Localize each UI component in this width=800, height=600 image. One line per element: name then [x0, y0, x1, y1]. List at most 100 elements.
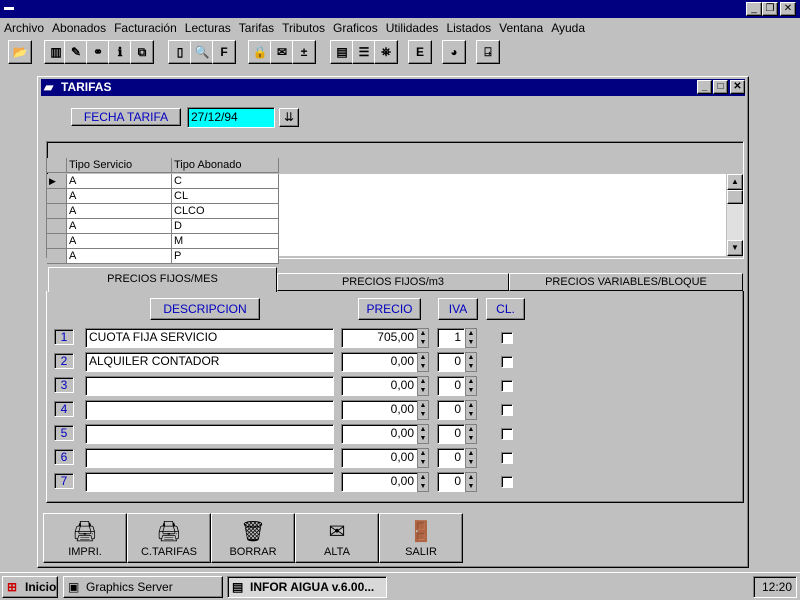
- menu-tributos[interactable]: Tributos: [278, 19, 329, 37]
- descripcion-input[interactable]: [85, 472, 334, 492]
- menu-ventana[interactable]: Ventana: [495, 19, 547, 37]
- date-dropdown-icon[interactable]: ⇊: [279, 108, 299, 127]
- toolbar-connections-button[interactable]: ⚭: [86, 40, 110, 64]
- toolbar-add-subtract-button[interactable]: ±: [292, 40, 316, 64]
- grid-cell[interactable]: M: [172, 234, 279, 249]
- menu-abonados[interactable]: Abonados: [48, 19, 110, 37]
- close-button[interactable]: ✕: [780, 2, 796, 16]
- grid-cell[interactable]: A: [67, 204, 172, 219]
- window-close-button[interactable]: ✕: [730, 80, 745, 94]
- precio-spinner[interactable]: ▲ ▼: [417, 424, 429, 444]
- toolbar-open-folder-button[interactable]: 📂: [8, 40, 32, 64]
- row-indicator[interactable]: [47, 189, 67, 204]
- task-infor-aigua[interactable]: ▤ INFOR AIGUA v.6.00...: [227, 576, 387, 598]
- scroll-up-button[interactable]: ▲: [727, 174, 743, 190]
- grid-cell[interactable]: CLCO: [172, 204, 279, 219]
- iva-input[interactable]: 0: [437, 376, 465, 396]
- grid-cell[interactable]: A: [67, 189, 172, 204]
- tab-2[interactable]: PRECIOS VARIABLES/BLOQUE: [509, 273, 743, 291]
- toolbar-new-document-button[interactable]: ▯: [168, 40, 192, 64]
- grid-cell[interactable]: A: [67, 174, 172, 189]
- toolbar-chart-button[interactable]: ◕: [442, 40, 466, 64]
- iva-spinner[interactable]: ▲ ▼: [465, 400, 477, 420]
- cl-checkbox[interactable]: [501, 356, 513, 368]
- minimize-button[interactable]: _: [746, 2, 762, 16]
- window-minimize-button[interactable]: _: [697, 80, 712, 94]
- toolbar-print-preview-button[interactable]: 🔍: [190, 40, 214, 64]
- precio-input[interactable]: 0,00: [341, 400, 418, 420]
- toolbar-copy-pages-button[interactable]: ⧉: [130, 40, 154, 64]
- window-maximize-button[interactable]: □: [713, 80, 728, 94]
- button-alta[interactable]: ✉ ALTA: [295, 513, 379, 563]
- button-salir[interactable]: 🚪 SALIR: [379, 513, 463, 563]
- descripcion-input[interactable]: CUOTA FIJA SERVICIO: [85, 328, 334, 348]
- descripcion-input[interactable]: [85, 400, 334, 420]
- row-indicator[interactable]: [47, 234, 67, 249]
- menu-tarifas[interactable]: Tarifas: [235, 19, 278, 37]
- grid-cell[interactable]: D: [172, 219, 279, 234]
- button-borrar[interactable]: 🗑 BORRAR: [211, 513, 295, 563]
- toolbar-binoculars-button[interactable]: ⛯: [374, 40, 398, 64]
- start-button[interactable]: ⊞ Inicio: [2, 576, 58, 598]
- iva-spinner[interactable]: ▲ ▼: [465, 424, 477, 444]
- precio-input[interactable]: 0,00: [341, 424, 418, 444]
- precio-spinner[interactable]: ▲ ▼: [417, 328, 429, 348]
- cl-checkbox[interactable]: [501, 476, 513, 488]
- grid-cell[interactable]: A: [67, 219, 172, 234]
- restore-button[interactable]: ❐: [762, 2, 778, 16]
- precio-input[interactable]: 0,00: [341, 352, 418, 372]
- iva-spinner[interactable]: ▲ ▼: [465, 376, 477, 396]
- row-indicator[interactable]: [47, 204, 67, 219]
- cl-checkbox[interactable]: [501, 404, 513, 416]
- task-graphics-server[interactable]: ▣ Graphics Server: [63, 576, 223, 598]
- precio-spinner[interactable]: ▲ ▼: [417, 400, 429, 420]
- menu-archivo[interactable]: Archivo: [0, 19, 48, 37]
- scroll-down-button[interactable]: ▼: [727, 240, 743, 256]
- precio-spinner[interactable]: ▲ ▼: [417, 472, 429, 492]
- row-indicator[interactable]: [47, 219, 67, 234]
- cl-checkbox[interactable]: [501, 428, 513, 440]
- descripcion-input[interactable]: ALQUILER CONTADOR: [85, 352, 334, 372]
- iva-input[interactable]: 0: [437, 472, 465, 492]
- precio-spinner[interactable]: ▲ ▼: [417, 352, 429, 372]
- toolbar-lock-button[interactable]: 🔒: [248, 40, 272, 64]
- fecha-tarifa-input[interactable]: 27/12/94: [187, 107, 275, 128]
- iva-spinner[interactable]: ▲ ▼: [465, 352, 477, 372]
- grid-cell[interactable]: C: [172, 174, 279, 189]
- button-impri[interactable]: 🖨 IMPRI.: [43, 513, 127, 563]
- menu-utilidades[interactable]: Utilidades: [382, 19, 443, 37]
- toolbar-page-b-button[interactable]: ▤: [330, 40, 354, 64]
- descripcion-input[interactable]: [85, 424, 334, 444]
- grid-scrollbar[interactable]: ▲ ▼: [727, 174, 743, 256]
- cl-checkbox[interactable]: [501, 332, 513, 344]
- precio-input[interactable]: 705,00: [341, 328, 418, 348]
- iva-input[interactable]: 1: [437, 328, 465, 348]
- scroll-thumb[interactable]: [727, 190, 743, 204]
- iva-input[interactable]: 0: [437, 448, 465, 468]
- toolbar-exit-door-button[interactable]: ⍈: [476, 40, 500, 64]
- precio-input[interactable]: 0,00: [341, 448, 418, 468]
- iva-input[interactable]: 0: [437, 424, 465, 444]
- grid-cell[interactable]: A: [67, 249, 172, 264]
- iva-input[interactable]: 0: [437, 400, 465, 420]
- button-ctarifas[interactable]: 🖨 C.TARIFAS: [127, 513, 211, 563]
- grid-cell[interactable]: P: [172, 249, 279, 264]
- toolbar-font-button[interactable]: F: [212, 40, 236, 64]
- iva-spinner[interactable]: ▲ ▼: [465, 472, 477, 492]
- menu-facturación[interactable]: Facturación: [110, 19, 181, 37]
- iva-spinner[interactable]: ▲ ▼: [465, 328, 477, 348]
- tab-0[interactable]: PRECIOS FIJOS/MES: [48, 267, 277, 292]
- menu-listados[interactable]: Listados: [442, 19, 495, 37]
- descripcion-input[interactable]: [85, 448, 334, 468]
- row-indicator[interactable]: ▶: [47, 174, 67, 189]
- menu-graficos[interactable]: Graficos: [329, 19, 382, 37]
- toolbar-export-button[interactable]: E: [408, 40, 432, 64]
- precio-spinner[interactable]: ▲ ▼: [417, 376, 429, 396]
- toolbar-mail-button[interactable]: ✉: [270, 40, 294, 64]
- row-indicator[interactable]: [47, 249, 67, 264]
- cl-checkbox[interactable]: [501, 452, 513, 464]
- precio-spinner[interactable]: ▲ ▼: [417, 448, 429, 468]
- precio-input[interactable]: 0,00: [341, 376, 418, 396]
- tab-1[interactable]: PRECIOS FIJOS/m3: [277, 273, 509, 291]
- descripcion-input[interactable]: [85, 376, 334, 396]
